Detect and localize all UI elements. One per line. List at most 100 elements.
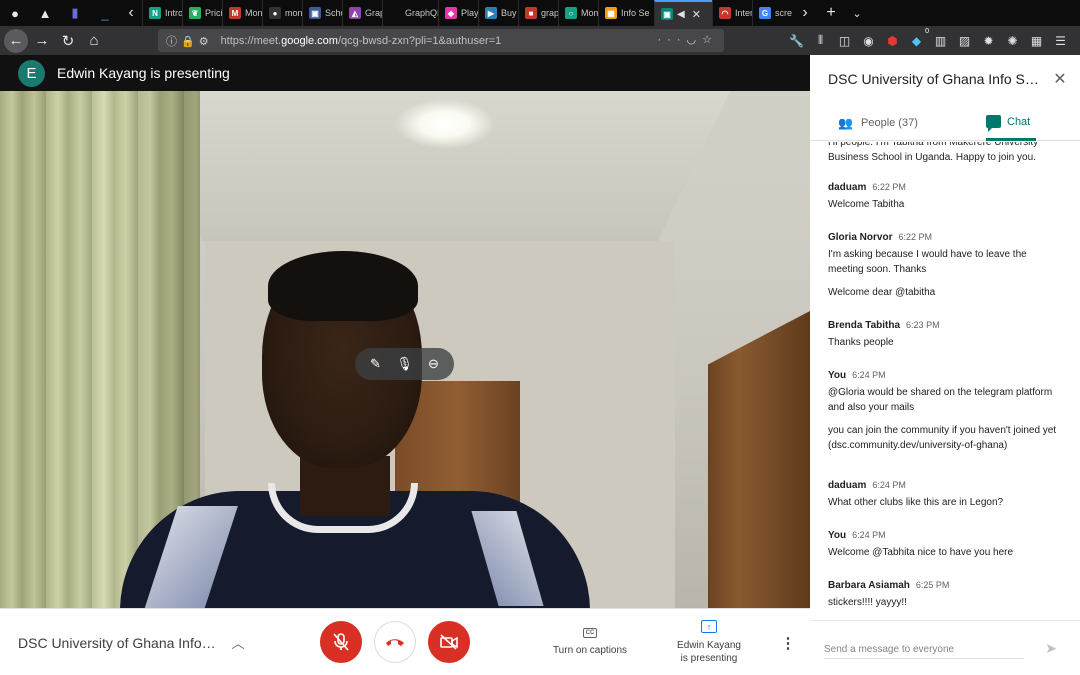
url-bar[interactable]: ⓘ🔒⚙ https://meet.google.com/qcg-bwsd-zxn… — [158, 29, 724, 52]
chat-message-header: Brenda Tabitha 6:23 PM — [828, 319, 1064, 332]
chat-message-header: daduam 6:24 PM — [828, 479, 1064, 492]
flower-extension-icon[interactable]: ✺ — [1004, 32, 1021, 49]
pinned-tab-3[interactable]: ▮ — [60, 0, 90, 26]
arrow-right-icon: → — [34, 32, 50, 49]
tab-label: Info Se — [621, 8, 650, 18]
tab-b-1[interactable]: ❦ Pricin — [182, 0, 222, 26]
tab-label: Mong — [245, 8, 262, 18]
camera-off-icon — [440, 634, 458, 650]
chat-message-text: Thanks people — [828, 337, 894, 348]
tab-b-3[interactable]: ● mong — [262, 0, 302, 26]
library-icon[interactable]: ⫴ — [812, 32, 829, 49]
back-button[interactable]: ← — [4, 28, 28, 53]
tab-b-4[interactable]: ▣ Schoo — [302, 0, 342, 26]
chat-message-header: daduam 6:22 PM — [828, 181, 1064, 194]
tab-b-5[interactable]: ◭ Graph — [342, 0, 382, 26]
tab-list-menu-button[interactable]: ⌄ — [844, 0, 870, 26]
blank-icon — [389, 7, 401, 19]
badge-count: 0 — [925, 28, 929, 35]
reload-button[interactable]: ↻ — [56, 29, 80, 53]
forward-button[interactable]: → — [30, 29, 54, 53]
chat-message-list[interactable]: Hi people. I'm Tabitha from Makerere Uni… — [810, 142, 1080, 620]
tile-hover-controls: ✎ 🎙 ⊖ — [355, 348, 454, 380]
chat-message-header: You 6:24 PM — [828, 369, 1064, 382]
presenting-status-button[interactable]: Edwin Kayang is presenting — [664, 639, 754, 665]
notion-icon: N — [149, 7, 161, 19]
scroll-tabs-left-button[interactable]: ‹ — [120, 0, 142, 26]
warning-pinned-tab[interactable]: ▲ — [30, 0, 60, 26]
tab-b-6[interactable]: GraphQL p — [382, 0, 438, 26]
send-message-button[interactable]: ➤ — [1042, 639, 1060, 657]
chat-message-input[interactable] — [824, 641, 1024, 659]
tab-a-1[interactable]: Gscreen — [752, 0, 792, 26]
more-options-button[interactable]: ⋮ — [778, 631, 798, 655]
pinned-tab-4[interactable]: _ — [90, 0, 120, 26]
pocket-icon[interactable]: ◡ — [687, 34, 703, 46]
chat-message-partial: Hi people. I'm Tabitha from Makerere Uni… — [828, 142, 1039, 163]
more-actions-icon[interactable]: ··· — [658, 34, 687, 46]
grid-extension-icon[interactable]: ▥ — [932, 32, 949, 49]
gear-extension-icon[interactable]: ✹ — [980, 32, 997, 49]
chat-timestamp: 6:23 PM — [906, 320, 940, 330]
presenter-bar: E Edwin Kayang is presenting — [0, 55, 810, 91]
unpin-button[interactable]: ✎ — [364, 352, 388, 376]
tab-b-7[interactable]: ◆ Playgr — [438, 0, 478, 26]
chat-timestamp: 6:25 PM — [915, 580, 950, 590]
presenter-video[interactable]: ✎ 🎙 ⊖ — [0, 91, 810, 608]
site-info-icons[interactable]: ⓘ🔒⚙ — [166, 33, 213, 49]
leave-call-button[interactable] — [374, 621, 416, 663]
microphone-toggle-button[interactable] — [320, 621, 362, 663]
send-icon: ➤ — [1045, 639, 1057, 656]
ublock-icon[interactable]: ⬢ — [884, 32, 901, 49]
meet-icon: ▣ — [661, 8, 673, 20]
presenting-label-line2: is presenting — [680, 653, 738, 664]
present-screen-icon: ↑ — [701, 620, 717, 633]
home-button[interactable]: ⌂ — [82, 29, 106, 53]
tab-label: Pricin — [205, 8, 222, 18]
captions-button[interactable]: Turn on captions — [545, 645, 635, 656]
url-text[interactable]: https://meet.google.com/qcg-bwsd-zxn?pli… — [221, 35, 502, 47]
extension-badge-icon[interactable]: ◆ 0 — [908, 28, 929, 49]
more-vert-icon: ⋮ — [780, 635, 796, 652]
tab-b-2[interactable]: M Mong — [222, 0, 262, 26]
google-icon: G — [759, 7, 771, 19]
tab-chat[interactable]: Chat — [986, 105, 1036, 141]
page-actions[interactable]: ···◡☆ — [658, 33, 718, 46]
chat-message-header: Barbara Asiamah 6:25 PM — [828, 579, 1064, 592]
image-extension-icon[interactable]: ▨ — [956, 32, 973, 49]
new-tab-button[interactable]: + — [818, 0, 844, 26]
minus-circle-icon: ⊖ — [428, 356, 439, 371]
remove-participant-button[interactable]: ⊖ — [422, 352, 446, 376]
hang-up-icon — [386, 639, 404, 646]
speaker-icon[interactable]: ◀ — [677, 9, 685, 20]
tab-b-10[interactable]: ○ Mome — [558, 0, 598, 26]
captions-icon: CC — [583, 628, 597, 638]
sidebar-icon[interactable]: ◫ — [836, 32, 853, 49]
github-pinned-tab[interactable]: ● — [0, 0, 30, 26]
meeting-details-button[interactable]: ︿ — [226, 630, 250, 654]
tab-b-0[interactable]: N Introd — [142, 0, 182, 26]
chat-timestamp: 6:24 PM — [852, 530, 886, 540]
account-icon[interactable]: ◉ — [860, 32, 877, 49]
extensions-icon[interactable]: ▦ — [1028, 32, 1045, 49]
mute-participant-button[interactable]: 🎙 — [393, 352, 417, 376]
tab-b-11[interactable]: ▦ Info Se — [598, 0, 654, 26]
tab-b-8[interactable]: ▶ Buy it — [478, 0, 518, 26]
scroll-tabs-right-button[interactable]: › — [792, 0, 818, 26]
tab-b-9[interactable]: ■ graph — [518, 0, 558, 26]
wrench-icon[interactable]: 🔧 — [788, 32, 805, 49]
star-icon[interactable]: ☆ — [702, 34, 718, 46]
close-tab-icon[interactable]: ✕ — [692, 8, 701, 21]
triangle-icon: ◭ — [349, 7, 361, 19]
menu-icon[interactable]: ☰ — [1052, 32, 1069, 49]
tab-people[interactable]: 👥 People (37) — [838, 105, 948, 141]
browser-tab-strip: ● ▲ ▮ _ ‹ N Introd ❦ Pricin M Mong ● mong ▣ Schoo… — [0, 0, 1080, 26]
plus-icon: + — [826, 4, 836, 21]
tab-meet-active[interactable]: ▣ ◀ ✕ — [654, 0, 712, 26]
close-panel-button[interactable]: ✕ — [1050, 69, 1070, 89]
tab-a-0[interactable]: ◠ Intern — [712, 0, 752, 26]
chat-message-header: You 6:24 PM — [828, 529, 1064, 542]
close-icon: ✕ — [1053, 71, 1067, 88]
camera-toggle-button[interactable] — [428, 621, 470, 663]
home-icon: ⌂ — [89, 32, 99, 49]
